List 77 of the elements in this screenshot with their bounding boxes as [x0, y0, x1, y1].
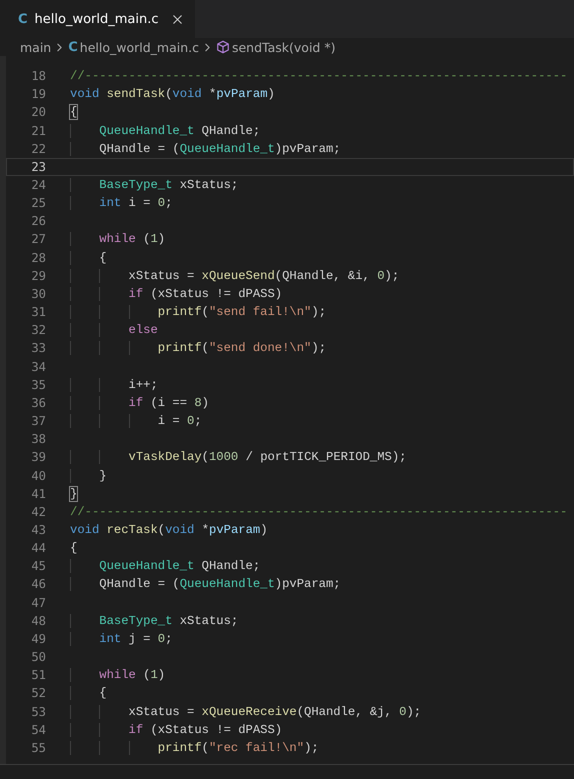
code-line: if (xStatus != dPASS) — [70, 722, 282, 737]
line-number: 28 — [30, 250, 46, 265]
code-line: BaseType_t xStatus; — [70, 614, 238, 628]
code-line: QueueHandle_t QHandle; — [70, 124, 260, 138]
code-line: { — [70, 541, 78, 556]
line-number: 51 — [30, 668, 46, 682]
code-line: i++; — [70, 378, 158, 392]
line-number: 41 — [30, 486, 46, 501]
code-line: { — [70, 105, 78, 120]
line-number: 25 — [30, 196, 46, 210]
line-number: 43 — [30, 522, 46, 537]
c-file-icon: C — [68, 40, 78, 54]
code-line: void recTask(void *pvParam) — [70, 522, 268, 537]
line-number: 54 — [30, 722, 46, 737]
file-tab[interactable]: C hello_world_main.c — [0, 0, 195, 38]
line-number: 48 — [30, 614, 46, 628]
line-number: 33 — [30, 341, 46, 356]
line-number: 49 — [30, 632, 46, 646]
line-number: 50 — [30, 650, 46, 664]
code-line: while (1) — [70, 668, 166, 682]
code-line: int i = 0; — [70, 196, 172, 210]
line-number: 27 — [30, 232, 46, 246]
breadcrumb-item[interactable]: hello_world_main.c — [80, 40, 199, 54]
line-number: 29 — [30, 268, 46, 283]
line-number: 22 — [30, 142, 46, 156]
code-line: while (1) — [70, 232, 166, 246]
line-number: 23 — [30, 160, 46, 174]
code-line: int j = 0; — [70, 632, 172, 646]
line-number: 52 — [30, 686, 46, 700]
line-number: 32 — [30, 323, 46, 338]
line-number: 39 — [30, 450, 46, 464]
code-line: { — [70, 686, 107, 700]
code-line: //------------------------------------------------------------------ — [70, 504, 568, 519]
code-line: //------------------------------------------------------------------ — [70, 69, 568, 84]
code-line: if (xStatus != dPASS) — [70, 286, 282, 301]
code-line: xStatus = xQueueReceive(QHandle, &j, 0); — [70, 704, 422, 719]
line-number: 55 — [30, 740, 46, 755]
line-number: 21 — [30, 124, 46, 138]
line-number: 46 — [30, 577, 46, 592]
cube-icon — [216, 40, 230, 54]
code-line: if (i == 8) — [70, 396, 209, 410]
line-number: 30 — [30, 286, 46, 301]
code-line: i = 0; — [70, 414, 202, 428]
code-line: else — [70, 323, 158, 338]
code-line: QHandle = (QueueHandle_t)pvParam; — [70, 142, 341, 156]
line-number: 20 — [30, 105, 46, 120]
code-line: vTaskDelay(1000 / portTICK_PERIOD_MS); — [70, 450, 406, 464]
code-line: void sendTask(void *pvParam) — [70, 87, 275, 102]
line-number: 31 — [30, 305, 46, 320]
line-number: 37 — [30, 414, 46, 428]
code-line: QueueHandle_t QHandle; — [70, 559, 260, 574]
code-line: QHandle = (QueueHandle_t)pvParam; — [70, 577, 341, 592]
code-line: } — [70, 468, 107, 483]
line-number: 34 — [30, 360, 46, 374]
line-number: 35 — [30, 378, 46, 392]
line-number: 19 — [30, 87, 46, 102]
breadcrumb-item[interactable]: sendTask(void *) — [232, 40, 336, 54]
line-number: 24 — [30, 178, 46, 192]
code-line: { — [70, 250, 107, 265]
line-number: 44 — [30, 541, 46, 556]
breadcrumb-item[interactable]: main — [20, 40, 52, 54]
code-line: BaseType_t xStatus; — [70, 178, 238, 192]
line-number: 53 — [30, 704, 46, 719]
line-number: 36 — [30, 396, 46, 410]
line-number: 42 — [30, 504, 46, 519]
code-line: printf("send fail!\n"); — [70, 305, 326, 320]
code-line: xStatus = xQueueSend(QHandle, &i, 0); — [70, 268, 400, 283]
line-number: 26 — [30, 214, 46, 228]
code-line: printf("send done!\n"); — [70, 341, 326, 356]
line-number: 45 — [30, 559, 46, 574]
c-file-icon: C — [18, 12, 28, 26]
line-number: 38 — [30, 432, 46, 446]
line-number: 47 — [30, 596, 46, 610]
code-line: printf("rec fail!\n"); — [70, 740, 319, 755]
line-number: 40 — [30, 468, 46, 483]
code-line: } — [70, 486, 78, 501]
line-number: 18 — [30, 69, 46, 84]
